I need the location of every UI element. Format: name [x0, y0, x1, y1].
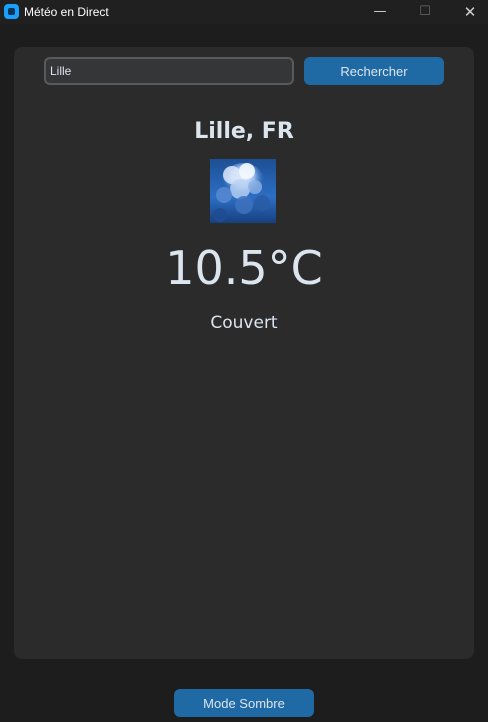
dark-mode-button[interactable]: Mode Sombre — [174, 689, 314, 717]
city-label: Lille, FR — [194, 119, 294, 144]
temperature-value: 10.5°C — [165, 241, 323, 295]
app-icon — [4, 4, 19, 19]
close-button[interactable]: ✕ — [448, 0, 488, 24]
title-bar: Météo en Direct — ☐ ✕ — [0, 0, 488, 24]
city-search-input[interactable] — [44, 57, 294, 85]
window-title: Météo en Direct — [24, 5, 109, 19]
maximize-button[interactable]: ☐ — [403, 0, 447, 24]
weather-description: Couvert — [210, 313, 278, 333]
minimize-button[interactable]: — — [358, 0, 402, 24]
search-button[interactable]: Rechercher — [304, 57, 444, 85]
overcast-clouds-icon — [210, 159, 276, 223]
